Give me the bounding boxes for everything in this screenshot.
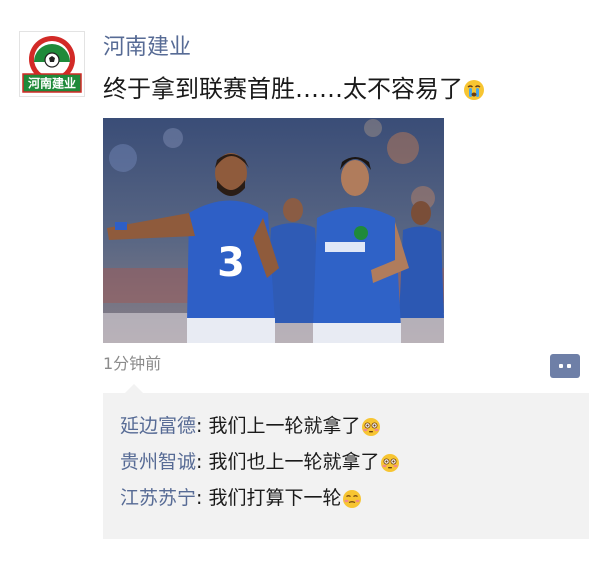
comment-item[interactable]: 江苏苏宁: 我们打算下一轮: [120, 484, 362, 512]
comment-author[interactable]: 延边富德: [120, 415, 196, 437]
flushed-face-emoji-icon: [362, 417, 381, 436]
comment-item[interactable]: 贵州智诚: 我们也上一轮就拿了: [120, 448, 400, 476]
comment-dots-icon: [567, 364, 571, 368]
post-photo[interactable]: 3: [103, 118, 444, 343]
comments-panel: 延边富德: 我们上一轮就拿了 贵州智诚: 我们也上一轮就拿了 江苏苏宁: 我们打…: [103, 384, 589, 539]
football-players-photo: 3: [103, 118, 444, 343]
comment-dots-icon: [559, 364, 563, 368]
post-text: 终于拿到联赛首胜……太不容易了: [103, 72, 485, 106]
grimacing-face-emoji-icon: [343, 489, 362, 508]
jersey-number: 3: [217, 240, 245, 286]
club-logo-icon: 河南建业: [22, 36, 82, 93]
comment-text: 我们打算下一轮: [208, 487, 342, 509]
comment-separator: :: [196, 451, 209, 473]
comment-text: 我们也上一轮就拿了: [208, 451, 380, 473]
post-text-content: 终于拿到联赛首胜……太不容易了: [103, 75, 463, 103]
comment-button[interactable]: [550, 354, 580, 378]
avatar[interactable]: 河南建业: [19, 31, 85, 97]
crying-face-emoji-icon: [464, 80, 484, 100]
comment-text: 我们上一轮就拿了: [208, 415, 361, 437]
comment-separator: :: [196, 415, 209, 437]
logo-text: 河南建业: [27, 76, 76, 91]
post-timestamp: 1分钟前: [103, 354, 162, 373]
comment-item[interactable]: 延边富德: 我们上一轮就拿了: [120, 412, 381, 440]
comment-author[interactable]: 江苏苏宁: [120, 487, 196, 509]
comment-author[interactable]: 贵州智诚: [120, 451, 196, 473]
flushed-face-emoji-icon: [381, 453, 400, 472]
comment-separator: :: [196, 487, 209, 509]
author-name[interactable]: 河南建业: [103, 33, 191, 63]
